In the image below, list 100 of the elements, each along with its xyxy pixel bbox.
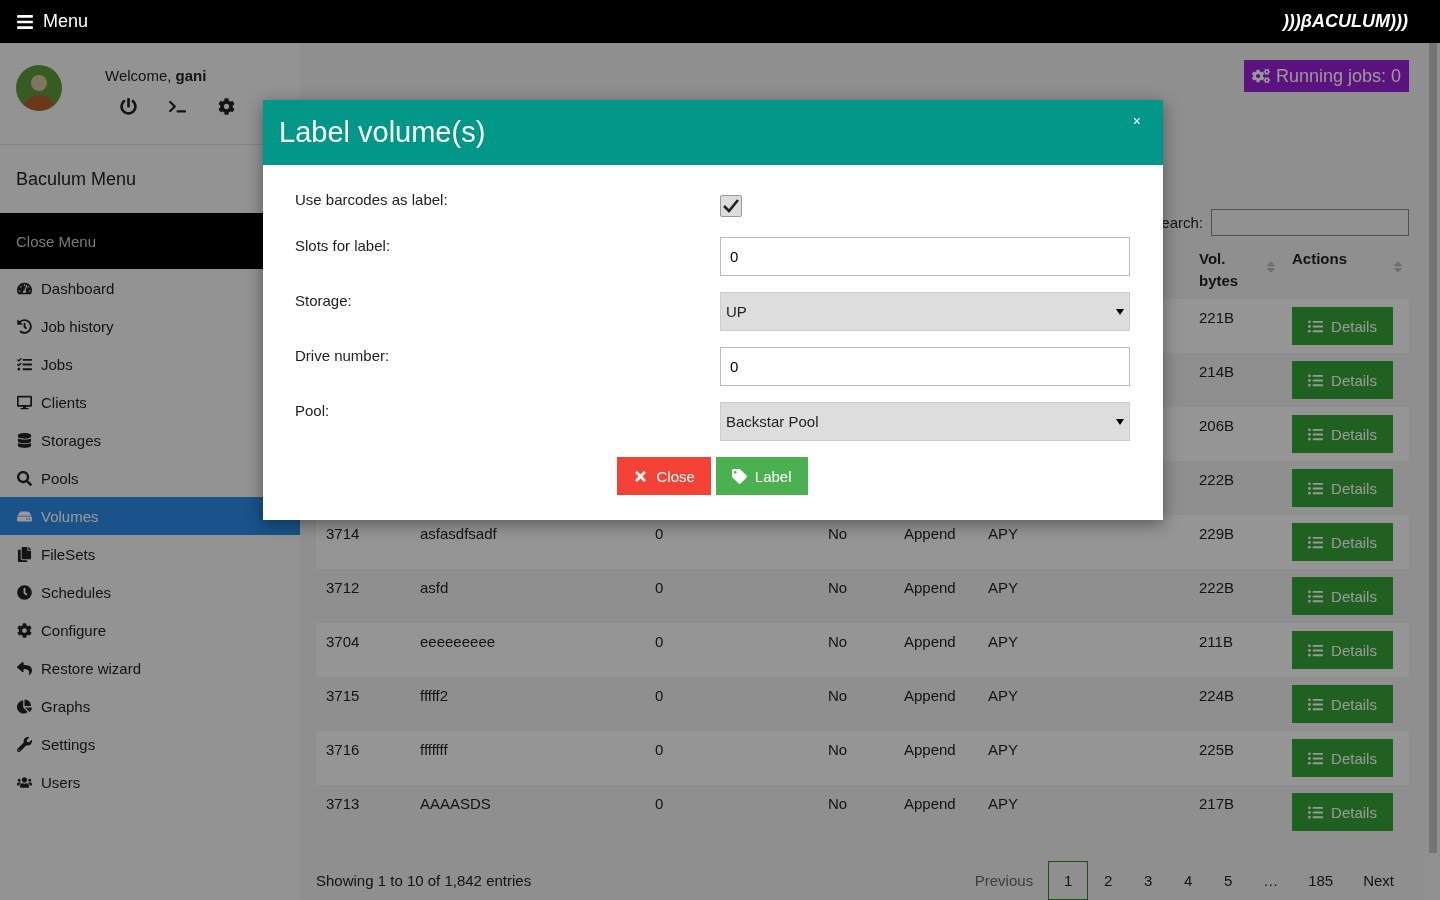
table-cell: 0 bbox=[655, 795, 664, 812]
table-cell: No bbox=[828, 633, 848, 650]
table-cell: No bbox=[828, 525, 848, 542]
list-icon bbox=[17, 356, 32, 372]
table-cell: 3704 bbox=[326, 633, 360, 650]
table-cell: 229B bbox=[1199, 525, 1235, 542]
magnifier-icon bbox=[17, 470, 32, 486]
copy-icon bbox=[17, 546, 32, 562]
table-cell: fffffff bbox=[420, 741, 448, 758]
sidebar-item[interactable]: Storages bbox=[0, 421, 300, 459]
table-cell: 222B bbox=[1199, 471, 1235, 488]
list-icon bbox=[1308, 642, 1324, 658]
search-label: earch: bbox=[1161, 214, 1203, 231]
list-icon bbox=[1308, 588, 1324, 604]
table-cell: 3712 bbox=[326, 579, 360, 596]
wrench-icon bbox=[17, 736, 32, 752]
menu-icon bbox=[16, 12, 34, 31]
sidebar-item[interactable]: Graphs bbox=[0, 687, 300, 725]
caret-icon bbox=[1116, 418, 1124, 425]
page-button[interactable]: 5 bbox=[1208, 861, 1249, 900]
caret-icon bbox=[1116, 308, 1124, 315]
page-button[interactable]: 1 bbox=[1048, 861, 1089, 900]
table-cell: Append bbox=[904, 741, 956, 758]
gears-icon bbox=[1251, 67, 1270, 85]
table-cell: APY bbox=[988, 687, 1018, 704]
table-cell: APY bbox=[988, 633, 1018, 650]
sidebar-item[interactable]: Schedules bbox=[0, 573, 300, 611]
table-cell: 224B bbox=[1199, 687, 1235, 704]
sidebar-item[interactable]: Pools bbox=[0, 459, 300, 497]
table-cell: No bbox=[828, 741, 848, 758]
settings-icon[interactable] bbox=[218, 98, 235, 115]
column-header[interactable]: Actions bbox=[1282, 242, 1409, 299]
scrollbar[interactable] bbox=[1425, 43, 1440, 900]
next-button[interactable]: Next bbox=[1348, 861, 1409, 900]
close-button[interactable]: × bbox=[1126, 112, 1147, 130]
table-cell: asfd bbox=[420, 579, 449, 596]
sidebar-item[interactable]: Settings bbox=[0, 725, 300, 763]
list-icon bbox=[1308, 804, 1324, 820]
running-jobs-button[interactable]: Running jobs: 0 bbox=[1243, 60, 1409, 92]
clock-icon bbox=[17, 584, 32, 600]
page-button[interactable]: 4 bbox=[1168, 861, 1209, 900]
page-button[interactable]: … bbox=[1248, 861, 1294, 900]
users-icon bbox=[17, 774, 32, 790]
page-button[interactable]: 3 bbox=[1128, 861, 1169, 900]
tag-icon bbox=[731, 468, 747, 484]
table-cell: APY bbox=[988, 795, 1018, 812]
select-field[interactable]: Backstar Pool bbox=[720, 402, 1130, 441]
list-icon bbox=[1308, 372, 1324, 388]
table-cell: Append bbox=[904, 525, 956, 542]
search-field[interactable] bbox=[1211, 209, 1409, 236]
sidebar-item[interactable]: FileSets bbox=[0, 535, 300, 573]
pie-chart-icon bbox=[17, 698, 32, 714]
gear-icon bbox=[17, 622, 32, 638]
sidebar-item[interactable]: Restore wizard bbox=[0, 649, 300, 687]
table-cell: 214B bbox=[1199, 363, 1235, 380]
page-button[interactable]: 2 bbox=[1088, 861, 1129, 900]
gauge-icon bbox=[17, 280, 32, 296]
select-field[interactable]: UP bbox=[720, 292, 1130, 331]
table-cell: Append bbox=[904, 795, 956, 812]
sidebar-item[interactable]: Configure bbox=[0, 611, 300, 649]
input-field[interactable]: 0 bbox=[720, 347, 1130, 386]
table-cell: 0 bbox=[655, 633, 664, 650]
table-cell: No bbox=[828, 579, 848, 596]
table-cell: APY bbox=[988, 579, 1018, 596]
table-cell: 222B bbox=[1199, 579, 1235, 596]
table-cell: fffff2 bbox=[420, 687, 449, 704]
table-cell: No bbox=[828, 795, 848, 812]
modal-title: Label volume(s) bbox=[279, 116, 486, 149]
terminal-icon[interactable] bbox=[169, 98, 186, 115]
list-icon bbox=[1308, 534, 1324, 550]
table-cell: 3715 bbox=[326, 687, 360, 704]
logo: )))βACULUM))) bbox=[1282, 11, 1408, 32]
table-cell: Append bbox=[904, 579, 956, 596]
sidebar-item[interactable]: Users bbox=[0, 763, 300, 801]
table-cell: APY bbox=[988, 741, 1018, 758]
table-cell: Append bbox=[904, 687, 956, 704]
field-label: Storage: bbox=[295, 292, 353, 309]
table-cell: No bbox=[828, 687, 848, 704]
input-field[interactable]: 0 bbox=[720, 237, 1130, 276]
sidebar-item[interactable]: Job history bbox=[0, 307, 300, 345]
table-cell: 3716 bbox=[326, 741, 360, 758]
close-button[interactable]: Close bbox=[617, 457, 711, 495]
table-cell: 221B bbox=[1199, 309, 1235, 326]
list-icon bbox=[1308, 480, 1324, 496]
list-icon bbox=[1308, 750, 1324, 766]
list-icon bbox=[1308, 426, 1324, 442]
list-icon bbox=[1308, 696, 1324, 712]
menu-button[interactable]: Menu bbox=[16, 11, 89, 32]
history-icon bbox=[17, 318, 32, 334]
previous-button[interactable]: Previous bbox=[959, 861, 1049, 900]
sort-icon bbox=[1264, 260, 1278, 274]
field-label: Use barcodes as label: bbox=[295, 191, 449, 208]
page-button[interactable]: 185 bbox=[1293, 861, 1349, 900]
column-header[interactable]: Vol. bytes bbox=[1189, 242, 1282, 299]
power-icon[interactable] bbox=[120, 98, 137, 115]
sidebar-title: Baculum Menu bbox=[15, 167, 138, 191]
welcome-text: Welcome, gani bbox=[105, 67, 208, 84]
checkbox[interactable] bbox=[720, 195, 742, 217]
table-cell: 3713 bbox=[326, 795, 360, 812]
list-icon bbox=[1308, 318, 1324, 334]
